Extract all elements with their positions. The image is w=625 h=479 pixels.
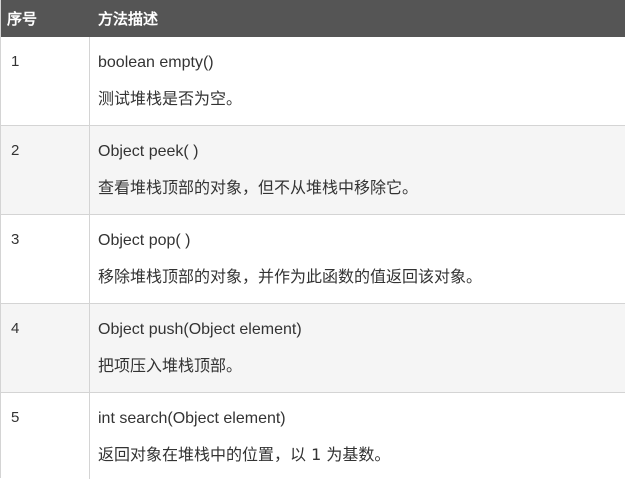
method-description: 把项压入堆栈顶部。: [98, 356, 243, 375]
method-description: 移除堆栈顶部的对象，并作为此函数的值返回该对象。: [98, 267, 483, 286]
row-number: 3: [1, 215, 90, 303]
table-row: 2 Object peek( ) 查看堆栈顶部的对象，但不从堆栈中移除它。: [1, 126, 625, 215]
row-content: int search(Object element) 返回对象在堆栈中的位置，以…: [90, 393, 625, 479]
method-signature: int search(Object element): [98, 410, 286, 427]
row-number: 1: [1, 37, 90, 125]
row-number: 4: [1, 304, 90, 392]
row-number: 2: [1, 126, 90, 214]
methods-table: 序号 方法描述 1 boolean empty() 测试堆栈是否为空。 2 Ob…: [0, 0, 625, 479]
table-row: 3 Object pop( ) 移除堆栈顶部的对象，并作为此函数的值返回该对象。: [1, 215, 625, 304]
method-description: 测试堆栈是否为空。: [98, 89, 243, 108]
header-col-number: 序号: [7, 11, 38, 28]
method-signature: Object pop( ): [98, 232, 191, 249]
method-description: 返回对象在堆栈中的位置，以 1 为基数。: [98, 445, 391, 464]
row-content: boolean empty() 测试堆栈是否为空。: [90, 37, 625, 125]
method-signature: boolean empty(): [98, 54, 214, 71]
row-content: Object peek( ) 查看堆栈顶部的对象，但不从堆栈中移除它。: [90, 126, 625, 214]
method-signature: Object peek( ): [98, 143, 199, 160]
row-number: 5: [1, 393, 90, 479]
header-col-description: 方法描述: [98, 11, 159, 28]
method-description: 查看堆栈顶部的对象，但不从堆栈中移除它。: [98, 178, 419, 197]
row-content: Object pop( ) 移除堆栈顶部的对象，并作为此函数的值返回该对象。: [90, 215, 625, 303]
table-row: 1 boolean empty() 测试堆栈是否为空。: [1, 37, 625, 126]
table-header: 序号 方法描述: [1, 0, 625, 37]
method-signature: Object push(Object element): [98, 321, 302, 338]
table-row: 4 Object push(Object element) 把项压入堆栈顶部。: [1, 304, 625, 393]
table-row: 5 int search(Object element) 返回对象在堆栈中的位置…: [1, 393, 625, 479]
row-content: Object push(Object element) 把项压入堆栈顶部。: [90, 304, 625, 392]
